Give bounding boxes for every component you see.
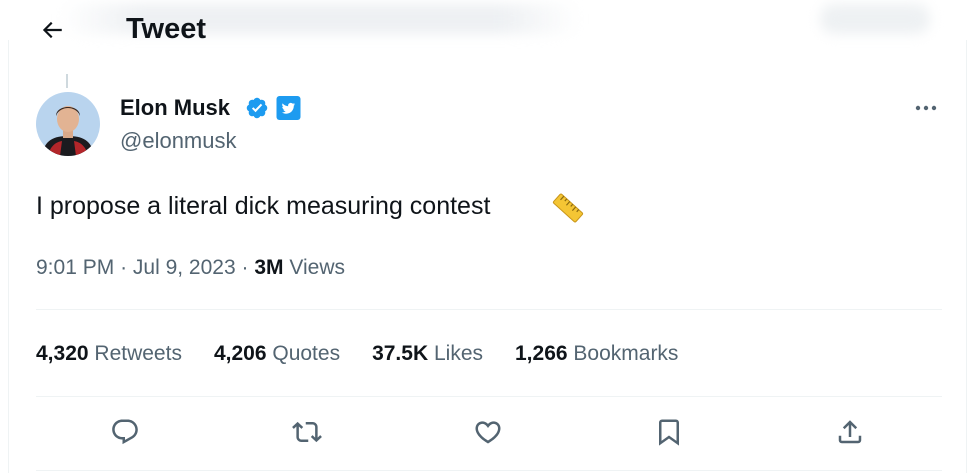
stat-retweets[interactable]: 4,320 Retweets <box>36 342 182 366</box>
share-icon <box>838 420 862 444</box>
heart-icon <box>475 421 501 444</box>
stat-likes[interactable]: 37.5K Likes <box>372 342 483 366</box>
reply-icon <box>112 419 138 445</box>
more-dots-icon <box>915 105 937 111</box>
share-button[interactable] <box>828 410 872 454</box>
tweet-time[interactable]: 9:01 PM <box>36 256 114 279</box>
stat-count: 1,266 <box>515 342 568 365</box>
tweet-text: I propose a literal dick measuring conte… <box>36 192 491 220</box>
column-border-left <box>8 40 9 473</box>
arrow-left-icon <box>42 21 62 39</box>
stat-bookmarks[interactable]: 1,266 Bookmarks <box>515 342 678 366</box>
divider <box>36 309 942 310</box>
avatar-image <box>36 92 100 156</box>
action-bar <box>36 410 942 458</box>
stat-count: 37.5K <box>372 342 429 365</box>
verified-badge-icon <box>245 96 269 120</box>
views-count: 3M <box>254 256 284 279</box>
meta-separator: · <box>120 256 128 279</box>
engagement-stats: 4,320 Retweets 4,206 Quotes 37.5K Likes … <box>36 342 710 366</box>
stat-label: Retweets <box>94 342 182 365</box>
tweet-metadata: 9:01 PM · Jul 9, 2023 · 3M Views <box>36 256 345 280</box>
divider <box>36 396 942 397</box>
stat-label: Likes <box>433 342 483 365</box>
more-options-button[interactable] <box>910 96 942 120</box>
meta-separator: · <box>241 256 249 279</box>
stat-count: 4,206 <box>213 342 267 365</box>
author-name[interactable]: Elon Musk <box>120 95 230 121</box>
stat-label: Bookmarks <box>573 342 679 365</box>
twitter-bird-badge-icon[interactable] <box>276 96 301 120</box>
avatar[interactable] <box>36 92 100 156</box>
bookmark-icon <box>659 419 679 446</box>
straight-ruler-icon <box>550 190 586 226</box>
stat-quotes[interactable]: 4,206 Quotes <box>214 342 340 366</box>
stat-count: 4,320 <box>36 342 89 365</box>
like-button[interactable] <box>466 410 510 454</box>
page-title: Tweet <box>126 13 207 45</box>
column-border-right <box>966 40 967 473</box>
bookmark-button[interactable] <box>647 410 691 454</box>
author-handle[interactable]: @elonmusk <box>120 128 237 154</box>
retweet-icon <box>292 421 322 443</box>
views-label: Views <box>289 256 346 279</box>
back-button[interactable] <box>34 12 70 48</box>
stat-label: Quotes <box>272 342 341 365</box>
retweet-button[interactable] <box>285 410 329 454</box>
blurred-background-right <box>820 4 930 34</box>
tweet-date[interactable]: Jul 9, 2023 <box>133 256 236 279</box>
thread-connector-line <box>66 74 68 88</box>
divider <box>36 470 942 471</box>
reply-button[interactable] <box>103 410 147 454</box>
